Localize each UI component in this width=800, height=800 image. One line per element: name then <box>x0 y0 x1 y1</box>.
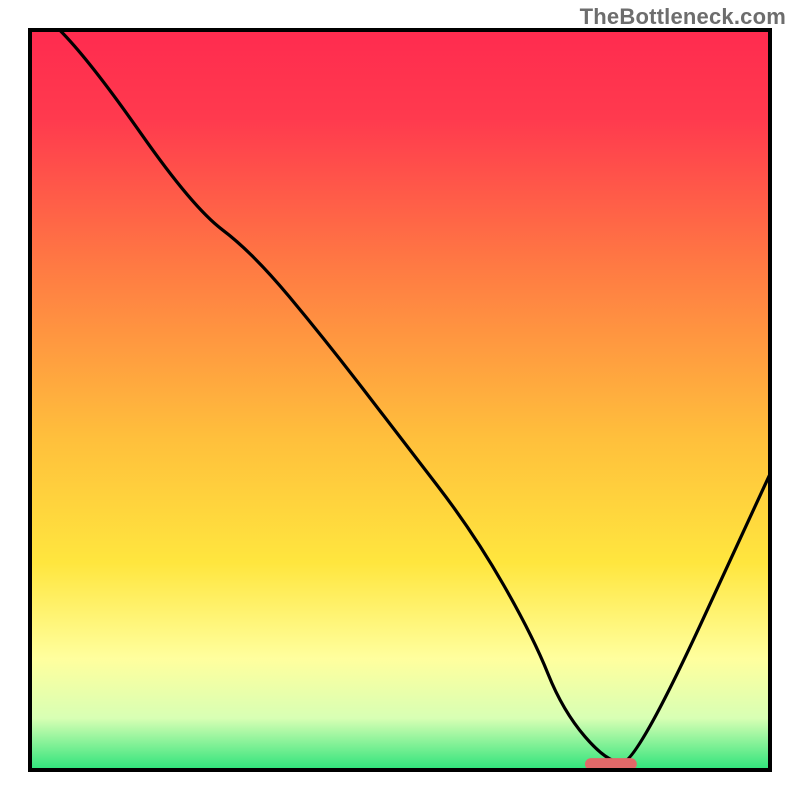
heat-gradient <box>30 30 770 770</box>
chart-wrap: TheBottleneck.com <box>0 0 800 800</box>
bottleneck-chart <box>0 0 800 800</box>
watermark-text: TheBottleneck.com <box>580 4 786 30</box>
